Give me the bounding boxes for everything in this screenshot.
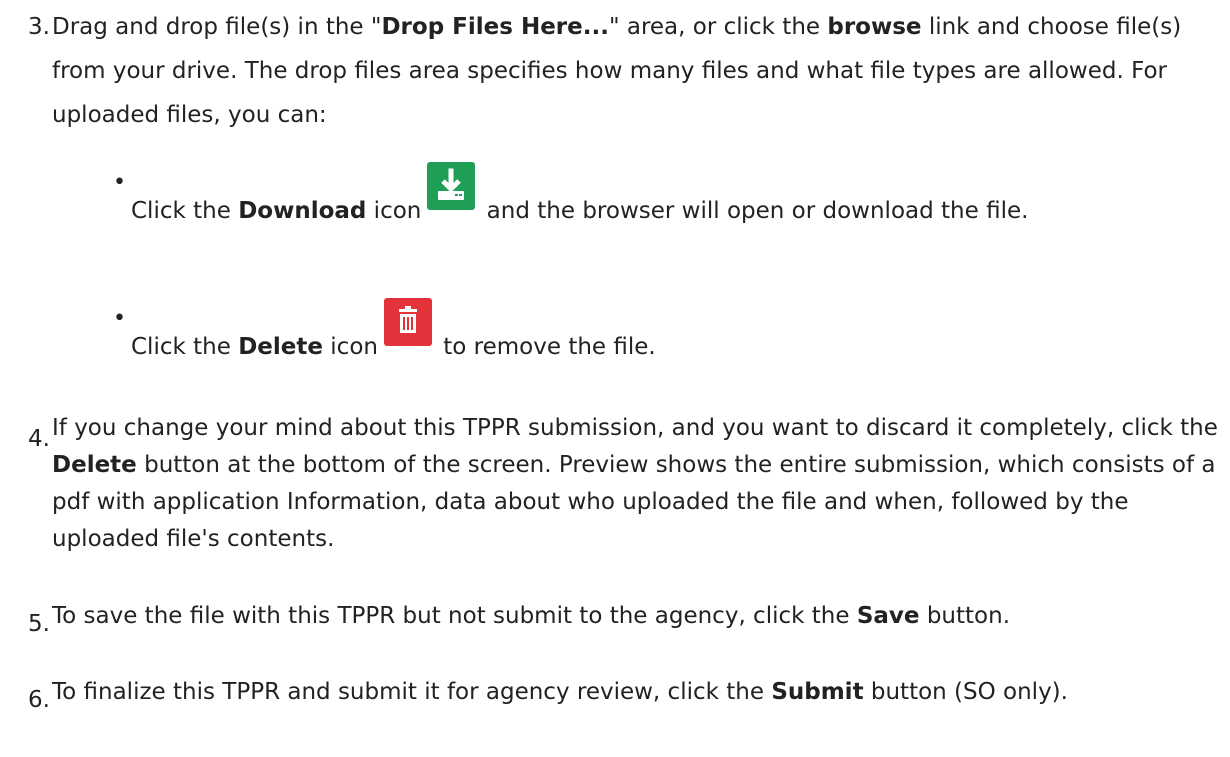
bullet-marker: • bbox=[113, 170, 126, 195]
step-number: 6. bbox=[28, 687, 50, 713]
save-button-label: Save bbox=[856, 603, 920, 629]
step-number: 3. bbox=[28, 14, 50, 40]
download-icon bbox=[427, 162, 476, 210]
help-document: 3. Drag and drop file(s) in the "Drop Fi… bbox=[0, 0, 1230, 757]
step-text: To save the file with this TPPR but not … bbox=[52, 603, 1010, 629]
bullet-marker: • bbox=[113, 306, 126, 331]
drop-files-label: Drop Files Here... bbox=[381, 14, 609, 40]
delete-button-label: Delete bbox=[52, 452, 137, 478]
step-number: 4. bbox=[28, 426, 50, 452]
browse-label: browse bbox=[827, 14, 922, 40]
trash-icon bbox=[383, 298, 432, 346]
step-text: To finalize this TPPR and submit it for … bbox=[52, 679, 1068, 705]
bullet-text: Click the Delete icon to remove the file… bbox=[131, 298, 1191, 366]
submit-button-label: Submit bbox=[771, 679, 864, 705]
step-text: Drag and drop file(s) in the "Drop Files… bbox=[52, 14, 1182, 128]
step-number: 5. bbox=[28, 611, 50, 637]
step-text: If you change your mind about this TPPR … bbox=[52, 415, 1218, 552]
bullet-text: Click the Download icon and the browser … bbox=[131, 162, 1191, 230]
